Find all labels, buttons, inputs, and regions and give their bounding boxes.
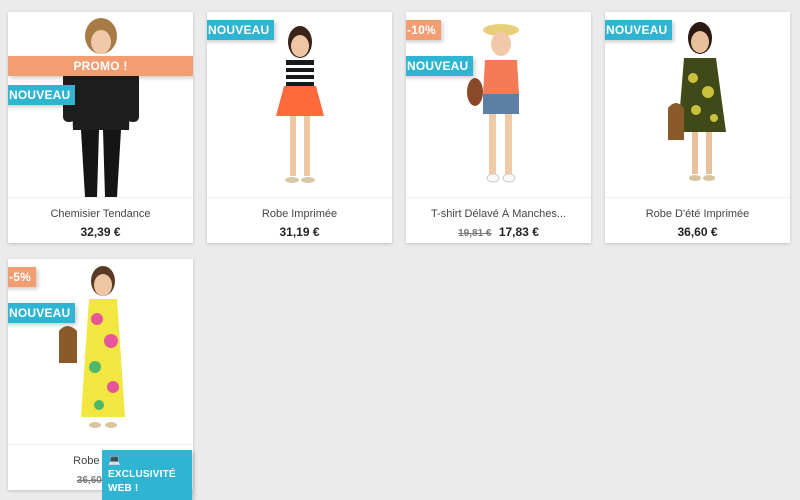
- product-card[interactable]: NOUVEAU Robe D'été Imprimée 36,60 €: [605, 12, 790, 243]
- product-image[interactable]: -10% NOUVEAU: [406, 12, 591, 198]
- product-old-price: 19,81 €: [458, 228, 492, 239]
- product-name[interactable]: Robe D'été Imprimée: [605, 208, 790, 220]
- promo-flag: PROMO !: [8, 56, 193, 76]
- product-image[interactable]: PROMO ! NOUVEAU: [8, 12, 193, 198]
- product-price: 36,60 €: [677, 225, 718, 239]
- product-price: 31,19 €: [279, 225, 320, 239]
- discount-flag: -10%: [406, 20, 441, 40]
- exclusive-web-flag: 💻 EXCLUSIVITÉ WEB !: [102, 450, 192, 500]
- product-price-row: 36,60 €: [605, 225, 790, 239]
- new-flag: NOUVEAU: [8, 303, 76, 323]
- product-name[interactable]: Chemisier Tendance: [8, 208, 193, 220]
- product-price-row: 32,39 €: [8, 225, 193, 239]
- new-flag: NOUVEAU: [406, 56, 474, 76]
- product-price: 32,39 €: [80, 225, 121, 239]
- product-card[interactable]: -10% NOUVEAU T-shirt Délavé À Manches...…: [406, 12, 591, 243]
- product-image[interactable]: -5% NOUVEAU: [8, 259, 193, 445]
- product-photo: [58, 266, 125, 428]
- discount-flag: -5%: [8, 267, 36, 287]
- new-flag: NOUVEAU: [605, 20, 673, 40]
- product-image[interactable]: NOUVEAU: [605, 12, 790, 198]
- new-flag: NOUVEAU: [207, 20, 275, 40]
- product-photo: [466, 24, 519, 183]
- product-card[interactable]: NOUVEAU Robe Imprimée 31,19 €: [207, 12, 392, 243]
- product-grid: PROMO ! NOUVEAU Chemisier Tendance 32,39…: [0, 0, 800, 500]
- product-price: 17,83 €: [498, 225, 539, 239]
- product-price-row: 31,19 €: [207, 225, 392, 239]
- product-name[interactable]: T-shirt Délavé À Manches...: [406, 208, 591, 220]
- new-flag: NOUVEAU: [8, 85, 76, 105]
- product-card[interactable]: PROMO ! NOUVEAU Chemisier Tendance 32,39…: [8, 12, 193, 243]
- product-name[interactable]: Robe Imprimée: [207, 208, 392, 220]
- product-card[interactable]: -5% NOUVEAU Robe D'été 36,60 € 3 💻 EXCLU…: [8, 259, 193, 500]
- laptop-icon: 💻: [108, 455, 121, 466]
- product-image[interactable]: NOUVEAU: [207, 12, 392, 198]
- exclusive-web-label: EXCLUSIVITÉ WEB !: [108, 469, 176, 494]
- product-price-row: 19,81 € 17,83 €: [406, 225, 591, 239]
